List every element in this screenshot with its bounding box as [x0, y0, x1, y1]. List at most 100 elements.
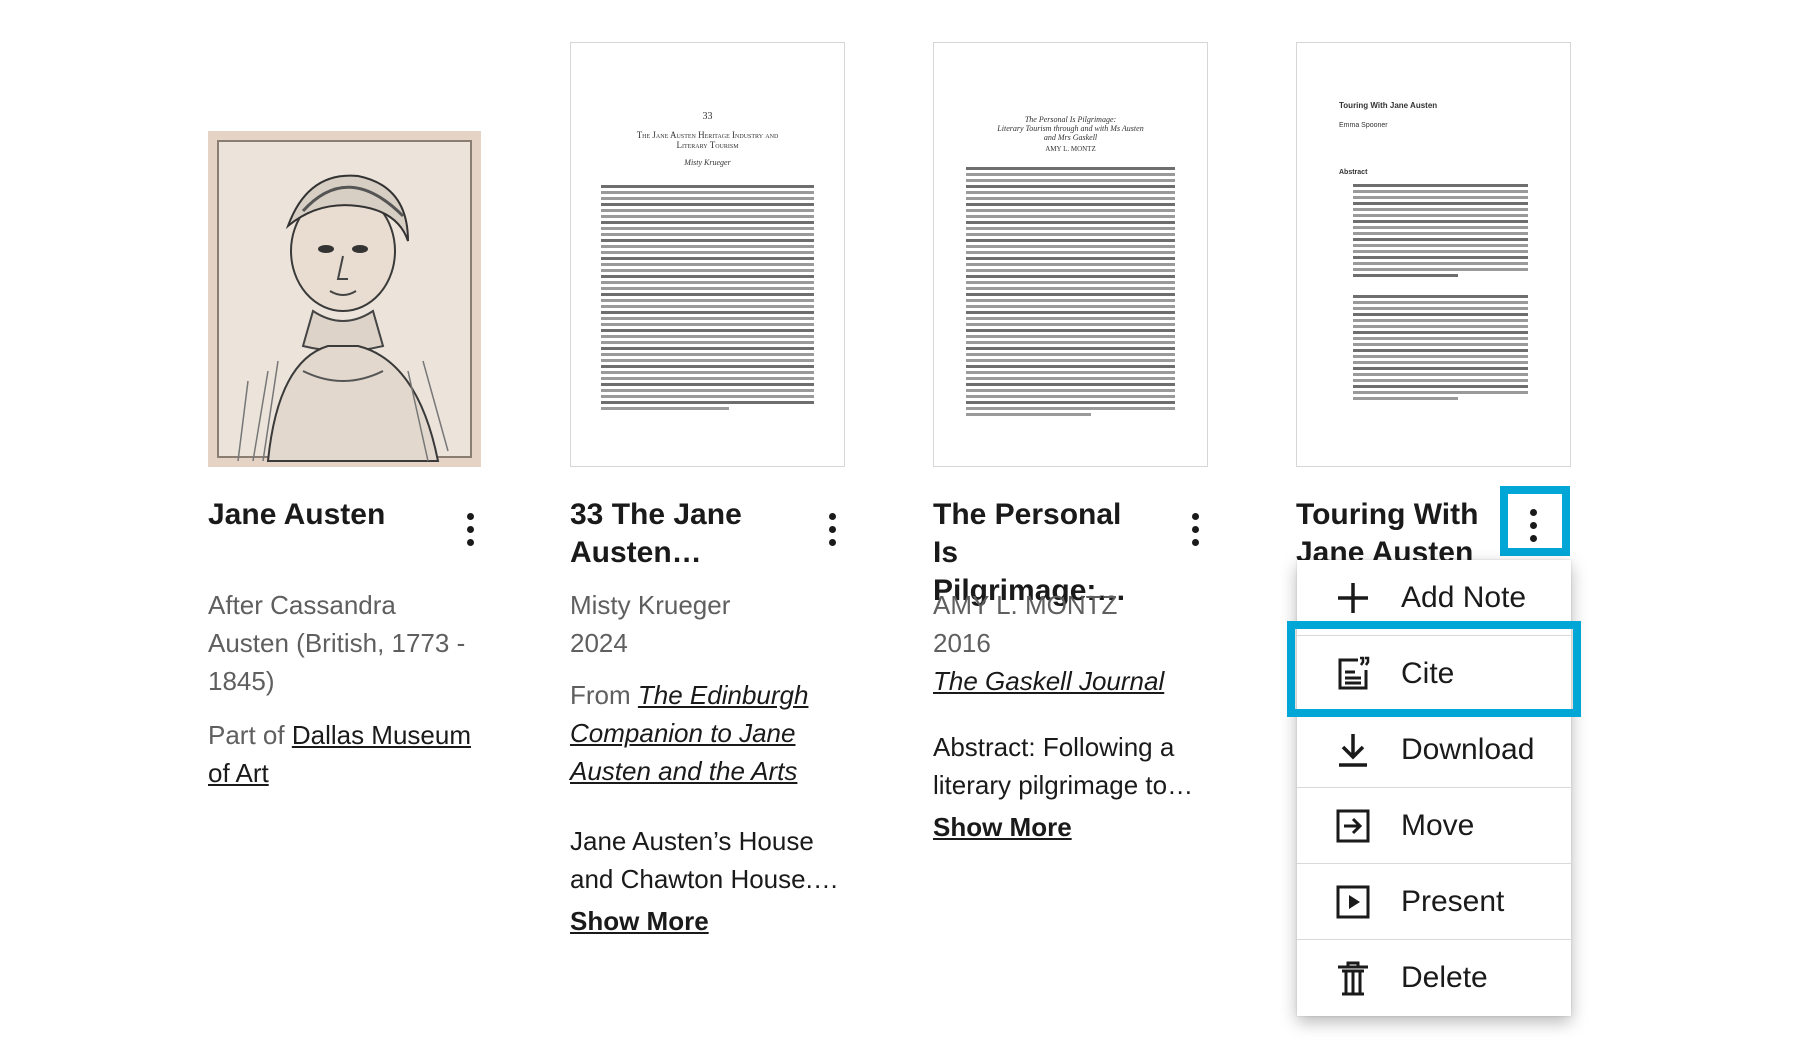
text-line — [601, 311, 814, 314]
text-line — [601, 377, 814, 380]
text-line — [966, 371, 1175, 374]
text-line — [1353, 214, 1528, 217]
text-line — [966, 191, 1175, 194]
text-line — [966, 263, 1175, 266]
menu-item-cite[interactable]: Cite — [1297, 636, 1571, 712]
text-line — [1353, 184, 1528, 187]
text-line — [1353, 313, 1528, 316]
text-line — [1353, 208, 1528, 211]
document-thumbnail[interactable]: Touring With Jane Austen Emma Spooner Ab… — [1296, 42, 1571, 467]
trash-icon — [1333, 958, 1373, 998]
menu-item-download[interactable]: Download — [1297, 712, 1571, 788]
text-line — [601, 269, 814, 272]
text-line — [966, 323, 1175, 326]
year: 2024 — [570, 628, 628, 658]
text-line — [1353, 232, 1528, 235]
text-line — [966, 197, 1175, 200]
menu-item-add-note[interactable]: Add Note — [1297, 560, 1571, 636]
text-line — [1353, 349, 1528, 352]
text-line — [966, 317, 1175, 320]
source-link[interactable]: The Edinburgh — [638, 680, 809, 710]
source-link-cont[interactable]: Companion to Jane — [570, 718, 795, 748]
more-options-button[interactable] — [445, 504, 495, 554]
text-line — [601, 233, 814, 236]
text-line — [1353, 307, 1528, 310]
text-line — [966, 359, 1175, 362]
card-title[interactable]: 33 The Jane Austen… — [570, 496, 790, 572]
text-line — [966, 401, 1175, 404]
text-line — [601, 383, 814, 386]
text-line — [966, 215, 1175, 218]
text-line — [601, 293, 814, 296]
document-text-lines — [601, 185, 814, 410]
move-icon — [1333, 806, 1373, 846]
text-line — [966, 335, 1175, 338]
text-line — [966, 233, 1175, 236]
collection-link-cont[interactable]: of Art — [208, 758, 269, 788]
text-line — [601, 197, 814, 200]
text-line — [601, 359, 814, 362]
document-thumbnail[interactable]: The Personal Is Pilgrimage: Literary Tou… — [933, 42, 1208, 467]
document-text-lines — [1353, 295, 1528, 400]
text-line — [601, 365, 814, 368]
text-line — [601, 317, 814, 320]
text-line — [1353, 367, 1528, 370]
text-line — [1353, 256, 1528, 259]
menu-item-present[interactable]: Present — [1297, 864, 1571, 940]
text-line — [966, 377, 1175, 380]
menu-item-move[interactable]: Move — [1297, 788, 1571, 864]
menu-item-delete[interactable]: Delete — [1297, 940, 1571, 1016]
collection-link[interactable]: Dallas Museum — [292, 720, 471, 750]
download-icon — [1333, 730, 1373, 770]
text-line — [1353, 355, 1528, 358]
text-line — [1353, 331, 1528, 334]
text-line — [1353, 361, 1528, 364]
text-line — [966, 413, 1092, 416]
text-line — [601, 203, 814, 206]
text-line — [1353, 238, 1528, 241]
text-line — [966, 311, 1175, 314]
text-line — [966, 347, 1175, 350]
author: AMY L. MONTZ — [933, 590, 1118, 620]
text-line — [601, 191, 814, 194]
text-line — [601, 407, 729, 410]
description: Abstract: Following a literary pilgrimag… — [933, 732, 1194, 800]
show-more-link[interactable]: Show More — [933, 812, 1072, 843]
journal-link[interactable]: The Gaskell Journal — [933, 666, 1164, 696]
card-title[interactable]: Jane Austen — [208, 496, 428, 534]
more-options-button[interactable] — [1170, 504, 1220, 554]
show-more-link[interactable]: Show More — [570, 906, 709, 937]
text-line — [601, 263, 814, 266]
text-line — [601, 275, 814, 278]
text-line — [601, 281, 814, 284]
document-text-lines — [1353, 184, 1528, 277]
text-line — [601, 353, 814, 356]
source-link-cont[interactable]: Austen and the Arts — [570, 756, 797, 786]
kebab-icon — [828, 512, 836, 546]
text-line — [966, 407, 1175, 410]
more-options-button[interactable] — [1508, 500, 1558, 550]
document-thumbnail[interactable]: 33 The Jane Austen Heritage Industry and… — [570, 42, 845, 467]
text-line — [1353, 343, 1528, 346]
text-line — [966, 209, 1175, 212]
text-line — [601, 215, 814, 218]
card-title[interactable]: Touring With Jane Austen — [1296, 496, 1516, 560]
text-line — [966, 179, 1175, 182]
text-line — [966, 269, 1175, 272]
text-line — [601, 245, 814, 248]
text-line — [601, 401, 814, 404]
portrait-image[interactable] — [208, 131, 481, 467]
card-meta: AMY L. MONTZ 2016 The Gaskell Journal — [933, 586, 1223, 700]
text-line — [966, 257, 1175, 260]
text-line — [1353, 385, 1528, 388]
text-line — [601, 323, 814, 326]
more-options-button[interactable] — [807, 504, 857, 554]
text-line — [1353, 268, 1528, 271]
text-line — [601, 257, 814, 260]
text-line — [1353, 202, 1528, 205]
text-line — [966, 239, 1175, 242]
cite-icon — [1333, 654, 1373, 694]
portrait-illustration — [217, 140, 472, 462]
card-meta: Misty Krueger 2024 — [570, 586, 860, 662]
card-meta: After Cassandra Austen (British, 1773 - … — [208, 590, 466, 696]
